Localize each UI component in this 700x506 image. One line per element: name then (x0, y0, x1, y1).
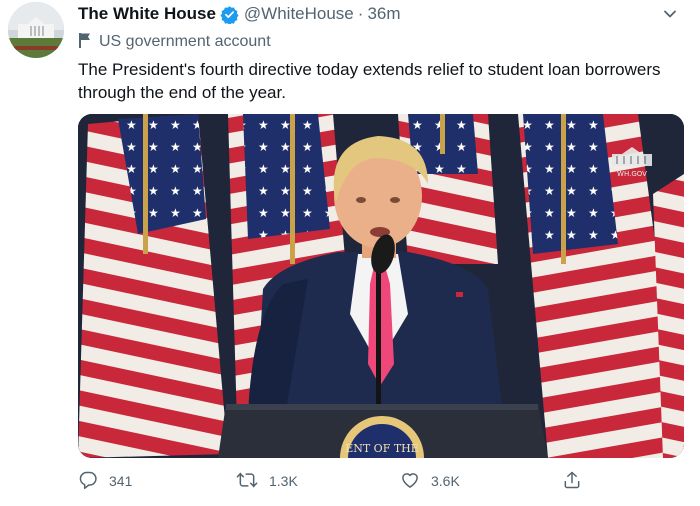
retweet-count: 1.3K (269, 473, 298, 489)
account-label-text: US government account (99, 33, 271, 50)
retweet-icon (236, 470, 269, 493)
tweet-actions: 341 1.3K 3.6K (78, 468, 588, 494)
display-name[interactable]: The White House (78, 4, 216, 24)
reply-button[interactable]: 341 (78, 468, 132, 494)
tweet-media[interactable]: ★ (78, 114, 684, 458)
more-icon[interactable] (658, 4, 682, 24)
retweet-button[interactable]: 1.3K (236, 468, 298, 494)
verified-badge-icon (220, 5, 239, 25)
like-button[interactable]: 3.6K (400, 468, 460, 494)
reply-count: 341 (109, 473, 133, 489)
share-icon (562, 470, 593, 493)
like-count: 3.6K (431, 473, 460, 489)
handle[interactable]: @WhiteHouse (244, 4, 354, 24)
tweet-header: The White House @WhiteHouse · 36m (78, 3, 401, 25)
share-button[interactable] (562, 468, 593, 494)
video-frame: ★ (78, 114, 684, 458)
podium-seal-text: ENT OF THE (345, 442, 419, 455)
tweet[interactable]: The White House @WhiteHouse · 36m US gov… (0, 0, 700, 506)
separator: · (357, 4, 364, 23)
tweet-text: The President's fourth directive today e… (78, 60, 661, 102)
reply-icon (78, 470, 109, 493)
flag-icon (78, 32, 99, 53)
timestamp[interactable]: 36m (367, 4, 400, 24)
like-icon (400, 470, 431, 493)
avatar[interactable] (8, 2, 64, 58)
watermark-text: WH.GOV (617, 170, 647, 178)
government-account-label[interactable]: US government account (78, 31, 271, 53)
